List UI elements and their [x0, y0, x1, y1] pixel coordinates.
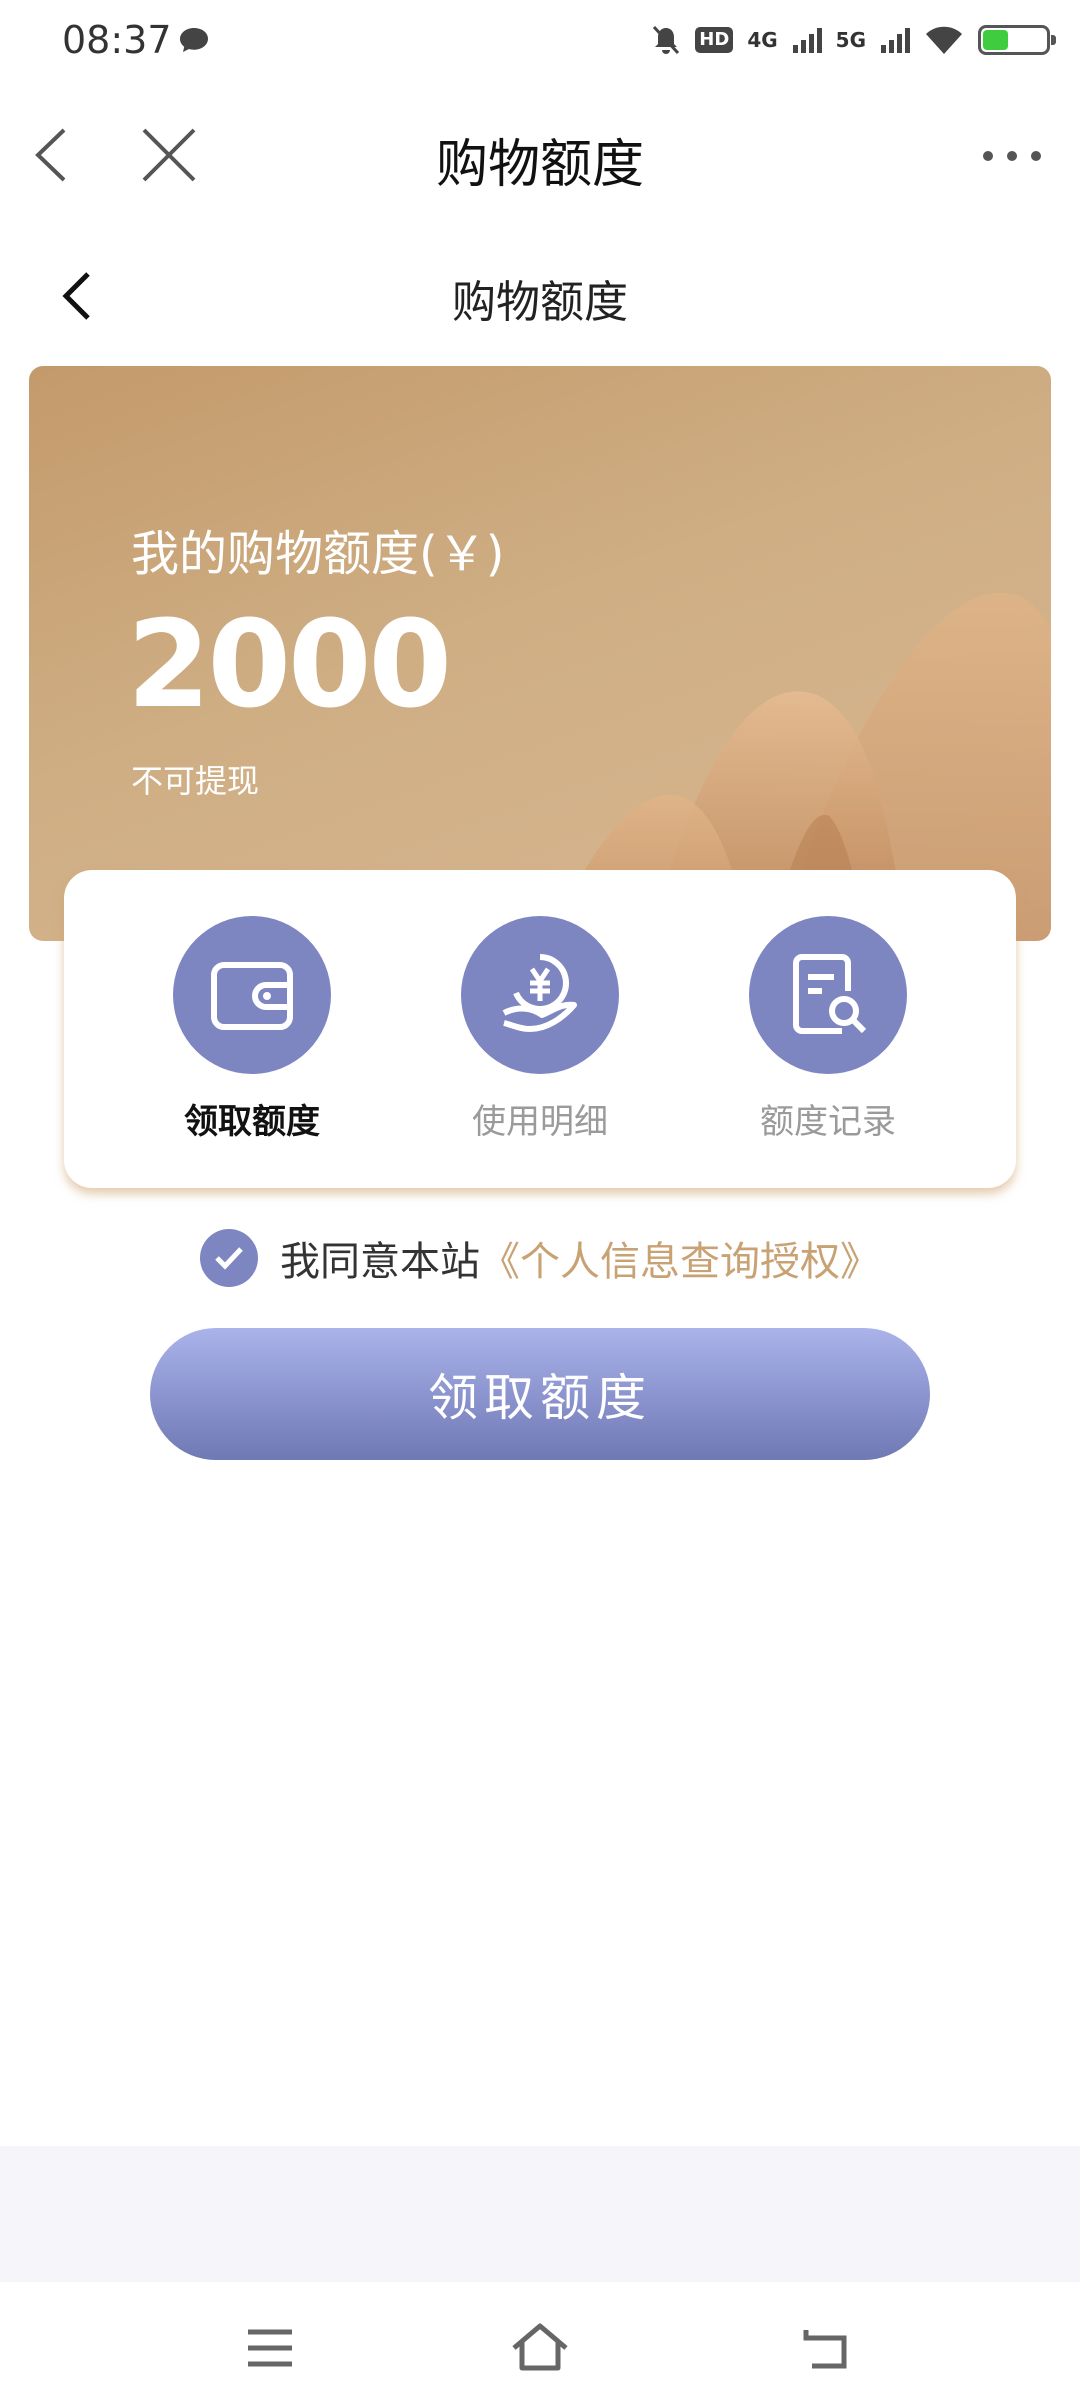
battery-level: 5 — [1007, 29, 1021, 53]
action-icon-circle — [749, 916, 907, 1074]
actions-card: 领取额度 使用明细 额度记录 — [64, 870, 1016, 1188]
system-nav-bar — [0, 2282, 1080, 2408]
page-header: 购物额度 — [0, 250, 1080, 340]
action-quota-records[interactable]: 额度记录 — [718, 870, 938, 1188]
yuan-hand-icon — [502, 954, 577, 1032]
action-label: 领取额度 — [184, 1102, 320, 1142]
checkmark-icon — [215, 1247, 243, 1270]
authorization-link[interactable]: 《个人信息查询授权》 — [480, 1229, 880, 1287]
action-label: 使用明细 — [472, 1102, 608, 1142]
action-label: 额度记录 — [760, 1102, 896, 1142]
quota-note: 不可提现 — [131, 762, 260, 800]
mute-icon — [653, 25, 680, 55]
signal-5g-label: 5G — [835, 28, 866, 52]
signal-bars-icon — [881, 28, 910, 53]
action-usage-details[interactable]: 使用明细 — [430, 870, 650, 1188]
status-time: 08:37 — [62, 18, 172, 62]
quota-banner: 我的购物额度(￥) 2000 不可提现 — [29, 366, 1051, 941]
back-icon[interactable] — [798, 2318, 858, 2378]
app-screen: 08:37 HD 4G 5G 5 购物额度 购物额度 我的购物额度(￥) 200… — [0, 0, 1080, 2408]
status-bar: 08:37 HD 4G 5G 5 — [0, 0, 1080, 80]
chat-notification-icon — [180, 28, 208, 52]
wallet-icon — [211, 962, 293, 1030]
agreement-row: 我同意本站 《个人信息查询授权》 — [0, 1228, 1080, 1288]
action-claim-quota[interactable]: 领取额度 — [142, 870, 362, 1188]
agreement-text: 我同意本站 — [280, 1239, 480, 1285]
home-icon[interactable] — [510, 2318, 570, 2378]
more-options-icon[interactable] — [980, 136, 1044, 176]
app-bar: 购物额度 — [0, 100, 1080, 210]
quota-amount: 2000 — [127, 596, 452, 735]
agreement-checkbox[interactable] — [200, 1229, 258, 1287]
signal-bars-icon — [792, 28, 822, 53]
app-bar-title: 购物额度 — [435, 135, 644, 195]
action-icon-circle — [173, 916, 331, 1074]
wifi-icon — [926, 26, 962, 54]
action-icon-circle — [461, 916, 619, 1074]
signal-4g-label: 4G — [747, 28, 778, 52]
bottom-spacer — [0, 2146, 1080, 2282]
status-icons: HD 4G 5G 5 — [651, 20, 1056, 60]
claim-quota-button[interactable]: 领取额度 — [150, 1328, 930, 1460]
battery-icon: 5 — [978, 25, 1056, 55]
hd-indicator: HD — [695, 27, 734, 53]
document-search-icon — [793, 954, 867, 1034]
quota-label: 我的购物额度(￥) — [131, 526, 505, 582]
page-title: 购物额度 — [452, 277, 628, 328]
menu-icon[interactable] — [240, 2318, 300, 2378]
